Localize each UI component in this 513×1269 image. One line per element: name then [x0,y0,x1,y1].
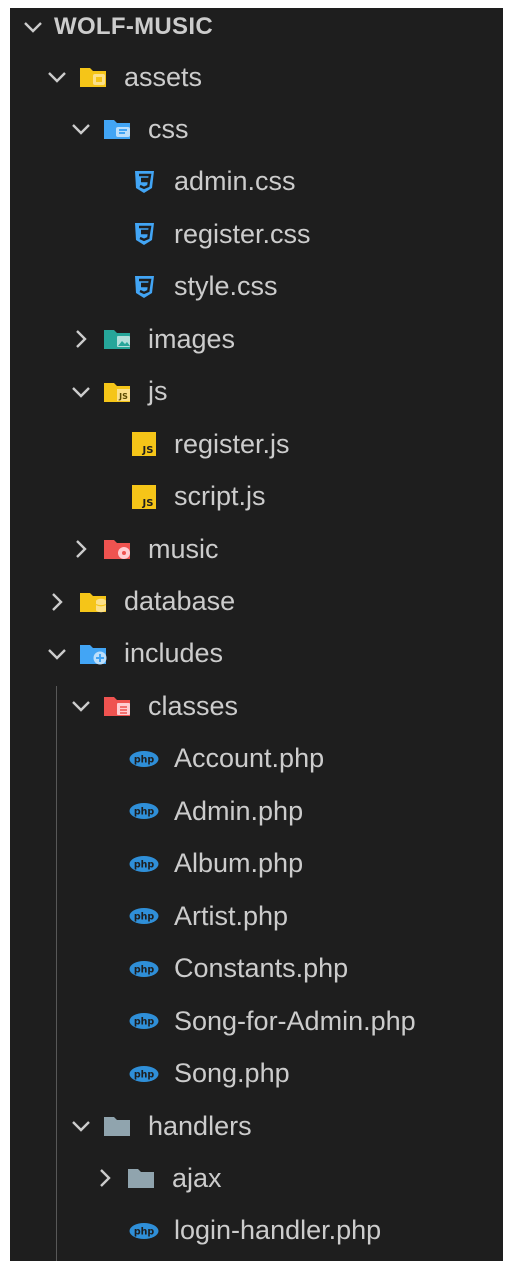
folder-row-includes[interactable]: includes [10,628,503,680]
chevron-right-icon [44,589,70,615]
folder-label: js [148,376,168,407]
chevron-right-icon [92,1165,118,1191]
php-file-icon: php [128,850,160,878]
php-file-icon: php [128,902,160,930]
folder-label: css [148,113,189,144]
file-label: Constants.php [174,953,349,984]
file-row-account-php[interactable]: php Account.php [10,733,503,785]
chevron-down-icon [68,379,94,405]
php-file-icon: php [128,745,160,773]
file-label: login-handler.php [174,1215,382,1246]
file-row-admin-php[interactable]: php Admin.php [10,785,503,837]
svg-text:JS: JS [118,392,128,401]
svg-text:JS: JS [142,498,154,509]
php-file-icon: php [128,955,160,983]
svg-text:php: php [134,1069,155,1080]
php-file-icon: php [128,1007,160,1035]
file-row-constants-php[interactable]: php Constants.php [10,943,503,995]
file-label: Song.php [174,1058,290,1089]
svg-text:php: php [134,964,155,975]
js-folder-icon: JS [102,378,134,406]
folder-label: classes [148,690,239,721]
assets-folder-icon [78,63,110,91]
file-label: Artist.php [174,900,289,931]
folder-row-music[interactable]: music [10,523,503,575]
svg-text:php: php [134,912,155,923]
file-row-login-handler-php[interactable]: php login-handler.php [10,1205,503,1257]
explorer-root-header[interactable]: WOLF-MUSIC [10,8,503,53]
folder-row-css[interactable]: css [10,103,503,155]
root-folder-label: WOLF-MUSIC [54,13,213,40]
includes-folder-icon [78,640,110,668]
file-row-artist-php[interactable]: php Artist.php [10,890,503,942]
php-file-icon: php [128,1217,160,1245]
css-folder-icon [102,115,134,143]
file-row-style-css[interactable]: style.css [10,261,503,313]
file-label: Song-for-Admin.php [174,1005,416,1036]
music-folder-icon [102,535,134,563]
chevron-right-icon [68,536,94,562]
file-row-register-css[interactable]: register.css [10,208,503,260]
folder-label: database [124,586,236,616]
folder-label: music [148,533,219,564]
svg-text:php: php [134,859,155,870]
chevron-down-icon [44,64,70,90]
file-row-album-php[interactable]: php Album.php [10,838,503,890]
folder-icon [126,1164,158,1192]
folder-label: handlers [148,1110,252,1141]
file-label: Account.php [174,743,325,774]
folder-label: ajax [172,1162,222,1193]
chevron-down-icon [68,116,94,142]
php-file-icon: php [128,1060,160,1088]
folder-row-ajax[interactable]: ajax [10,1152,503,1204]
css3-file-icon [128,220,160,248]
file-label: script.js [174,481,266,512]
folder-row-assets[interactable]: assets [10,51,503,103]
folder-row-images[interactable]: images [10,313,503,365]
handlers-folder-icon [102,1112,134,1140]
folder-row-classes[interactable]: classes [10,680,503,732]
css3-file-icon [128,168,160,196]
file-explorer: WOLF-MUSIC assets css admin.css register.cs… [10,8,503,1261]
chevron-right-icon [68,326,94,352]
js-file-icon: JS [128,483,160,511]
file-row-script-js[interactable]: JS script.js [10,471,503,523]
file-label: Album.php [174,848,304,879]
chevron-down-icon [44,641,70,667]
chevron-down-icon [68,1113,94,1139]
file-label: register.css [174,218,311,249]
classes-folder-icon [102,692,134,720]
database-folder-icon [78,588,110,616]
folder-row-js[interactable]: JS js [10,366,503,418]
folder-label: assets [124,61,203,92]
svg-text:php: php [134,1017,155,1028]
js-file-icon: JS [128,430,160,458]
folder-row-handlers[interactable]: handlers [10,1100,503,1152]
chevron-down-icon [20,14,46,40]
file-row-admin-css[interactable]: admin.css [10,156,503,208]
folder-row-database[interactable]: database [10,576,503,628]
images-folder-icon [102,325,134,353]
file-row-song-for-admin-php[interactable]: php Song-for-Admin.php [10,995,503,1047]
svg-text:php: php [134,807,155,818]
svg-text:php: php [134,754,155,765]
folder-label: images [148,323,236,354]
file-label: admin.css [174,166,296,197]
php-file-icon: php [128,797,160,825]
file-row-register-js[interactable]: JS register.js [10,418,503,470]
folder-label: includes [124,638,224,669]
file-label: register.js [174,428,290,459]
file-label: style.css [174,271,278,302]
file-label: Admin.php [174,795,304,826]
svg-text:JS: JS [142,445,154,456]
css3-file-icon [128,273,160,301]
file-row-song-php[interactable]: php Song.php [10,1048,503,1100]
svg-text:php: php [134,1226,155,1237]
chevron-down-icon [68,693,94,719]
